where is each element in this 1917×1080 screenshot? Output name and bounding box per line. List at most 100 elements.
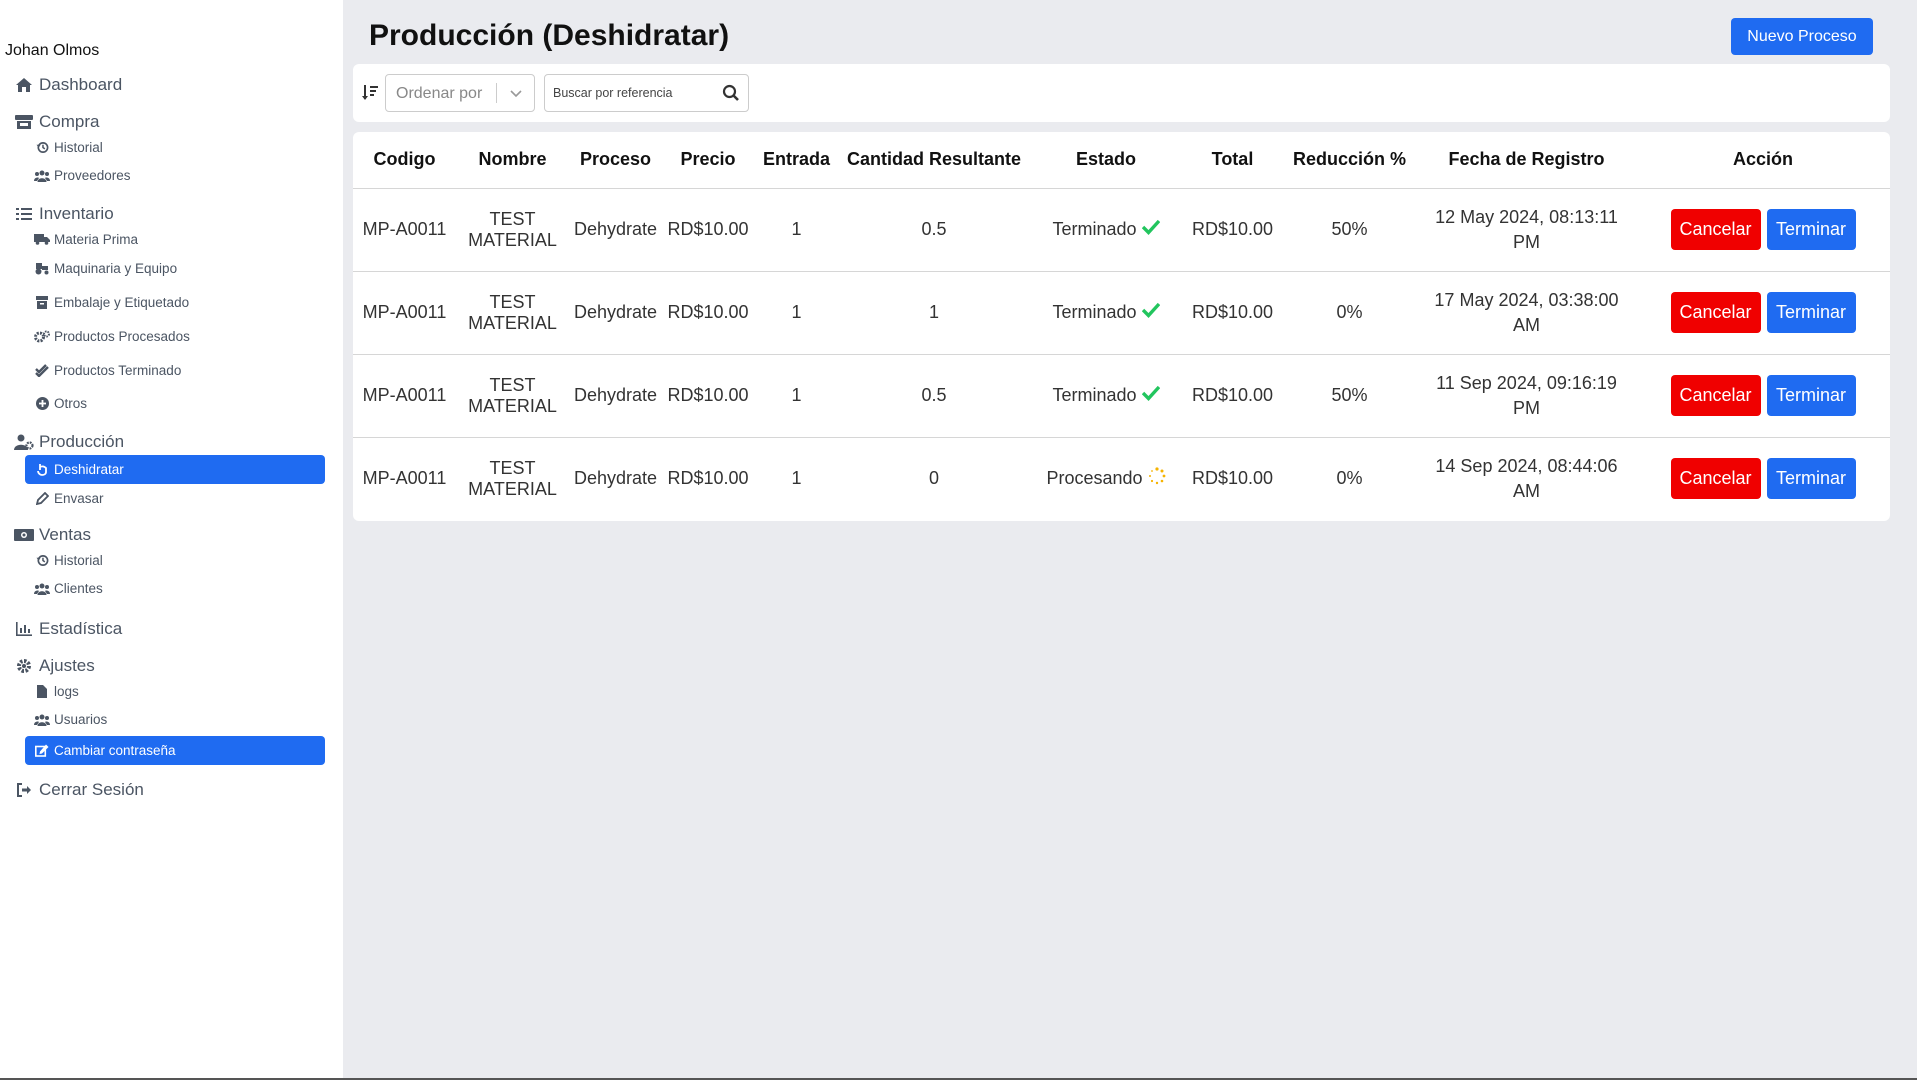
cell-proceso: Dehydrate: [569, 188, 662, 272]
home-icon: [13, 76, 35, 94]
user-gear-icon: [13, 433, 35, 451]
nav-inventario[interactable]: Inventario: [0, 201, 343, 227]
nav-compra-proveedores[interactable]: Proveedores: [0, 159, 343, 192]
nav-inventario-label: Inventario: [39, 204, 114, 223]
pen-icon: [34, 492, 50, 506]
header-proceso[interactable]: Proceso: [569, 132, 662, 189]
fecha-line2: AM: [1513, 314, 1540, 335]
check-icon: [1141, 385, 1160, 406]
nav-dashboard[interactable]: Dashboard: [0, 70, 343, 100]
nav-compra-historial[interactable]: Historial: [0, 135, 343, 159]
cell-total: RD$10.00: [1183, 188, 1282, 272]
nav-cerrar-sesion[interactable]: Cerrar Sesión: [0, 774, 343, 806]
estado-text: Procesando: [1046, 468, 1143, 489]
finish-button[interactable]: Terminar: [1766, 375, 1856, 416]
nav-materia-prima-label: Materia Prima: [54, 231, 139, 247]
cancel-button[interactable]: Cancelar: [1670, 209, 1761, 250]
nav-produccion[interactable]: Producción: [0, 429, 343, 455]
header-reduccion[interactable]: Reducción %: [1282, 132, 1417, 189]
sort-separator: [496, 83, 497, 103]
nav-ajustes-label: Ajustes: [39, 656, 95, 675]
nav-envasar[interactable]: Envasar: [0, 484, 343, 513]
search-input[interactable]: [553, 83, 713, 103]
filter-toolbar: Ordenar por: [353, 64, 1890, 122]
nav-logs-label: logs: [54, 683, 79, 699]
nav-maquinaria[interactable]: Maquinaria y Equipo: [0, 251, 343, 285]
estado-text: Terminado: [1052, 385, 1137, 405]
nav-clientes-label: Clientes: [54, 581, 103, 596]
cancel-button[interactable]: Cancelar: [1670, 375, 1761, 416]
chevron-down-icon[interactable]: [508, 84, 524, 102]
nav-ventas-historial[interactable]: Historial: [0, 548, 343, 572]
finish-button[interactable]: Terminar: [1766, 292, 1856, 333]
header-nombre[interactable]: Nombre: [456, 132, 569, 189]
cell-total: RD$10.00: [1183, 271, 1282, 355]
nav-embalaje-label: Embalaje y Etiquetado: [54, 294, 190, 310]
cell-precio: RD$10.00: [662, 271, 754, 355]
header-entrada[interactable]: Entrada: [754, 132, 839, 189]
header-total[interactable]: Total: [1183, 132, 1282, 189]
cell-codigo: MP-A0011: [353, 271, 456, 355]
sort-icon[interactable]: [362, 84, 378, 102]
header-cantidad-resultante[interactable]: Cantidad Resultante: [839, 132, 1029, 189]
nav-ventas-historial-label: Historial: [54, 552, 103, 568]
nav-productos-procesados[interactable]: Productos Procesados: [0, 319, 343, 353]
search-icon[interactable]: [722, 84, 740, 102]
users-icon: [34, 169, 50, 183]
table-row: MP-A0011 TEST MATERIAL Dehydrate RD$10.0…: [353, 188, 1890, 272]
fecha-line2: PM: [1513, 397, 1540, 418]
nav-embalaje[interactable]: Embalaje y Etiquetado: [0, 285, 343, 319]
sort-select[interactable]: Ordenar por: [385, 74, 535, 112]
cell-total: RD$10.00: [1191, 468, 1274, 489]
cell-estado: Terminado: [1029, 271, 1183, 355]
table-row: MP-A0011 TEST MATERIAL Dehydrate RD$10.0…: [353, 271, 1890, 355]
nav-ventas-label: Ventas: [39, 525, 91, 544]
nav-usuarios[interactable]: Usuarios: [0, 703, 343, 736]
cell-cantidad: 0.5: [839, 188, 1029, 272]
cell-codigo: MP-A0011: [353, 354, 456, 438]
cancel-button[interactable]: Cancelar: [1670, 458, 1761, 500]
cell-entrada: 1: [754, 354, 839, 438]
nav-ventas[interactable]: Ventas: [0, 522, 343, 548]
nav-maquinaria-label: Maquinaria y Equipo: [54, 260, 178, 276]
nav-otros[interactable]: Otros: [0, 387, 343, 420]
header-precio[interactable]: Precio: [662, 132, 754, 189]
header-codigo[interactable]: Codigo: [353, 132, 456, 189]
cell-cantidad: 0: [928, 468, 939, 489]
nav-dashboard-label: Dashboard: [39, 75, 123, 94]
gears-icon: [34, 329, 50, 343]
nav-clientes[interactable]: Clientes: [0, 572, 343, 605]
nav-estadistica[interactable]: Estadística: [0, 614, 343, 644]
cell-reduccion: 0%: [1282, 271, 1417, 355]
cell-nombre: TEST MATERIAL: [468, 457, 557, 499]
check-icon: [1141, 219, 1160, 240]
header-fecha-registro[interactable]: Fecha de Registro: [1417, 132, 1636, 189]
nav-logs[interactable]: logs: [0, 679, 343, 703]
sort-placeholder: Ordenar por: [396, 85, 483, 102]
cell-cantidad: 1: [839, 271, 1029, 355]
spinner-icon: [1148, 467, 1166, 490]
cell-cantidad: 0.5: [839, 354, 1029, 438]
user-name: Johan Olmos: [5, 42, 100, 59]
nav-cambiar-contrasena[interactable]: Cambiar contraseña: [25, 736, 325, 765]
cell-total: RD$10.00: [1183, 354, 1282, 438]
nav-productos-terminado[interactable]: Productos Terminado: [0, 353, 343, 387]
nav-ajustes[interactable]: Ajustes: [0, 653, 343, 679]
history-icon: [34, 140, 50, 154]
new-process-button[interactable]: Nuevo Proceso: [1731, 18, 1873, 55]
sidebar: Johan Olmos Dashboard Compra Historial P…: [0, 0, 343, 1080]
cell-reduccion: 50%: [1282, 188, 1417, 272]
finish-button[interactable]: Terminar: [1766, 458, 1856, 500]
bar-chart-icon: [13, 620, 35, 638]
cell-entrada: 1: [754, 188, 839, 272]
nav-materia-prima[interactable]: Materia Prima: [0, 227, 343, 251]
cell-codigo: MP-A0011: [362, 468, 447, 489]
finish-button[interactable]: Terminar: [1766, 209, 1856, 250]
table-row: MP-A0011 TEST MATERIAL Dehydrate RD$10.0…: [353, 437, 1890, 520]
header-estado[interactable]: Estado: [1029, 132, 1183, 189]
fecha-line1: 17 May 2024, 03:38:00: [1434, 289, 1619, 310]
users-icon: [34, 713, 50, 727]
nav-deshidratar[interactable]: Deshidratar: [25, 455, 325, 484]
cancel-button[interactable]: Cancelar: [1670, 292, 1761, 333]
nav-compra[interactable]: Compra: [0, 109, 343, 135]
